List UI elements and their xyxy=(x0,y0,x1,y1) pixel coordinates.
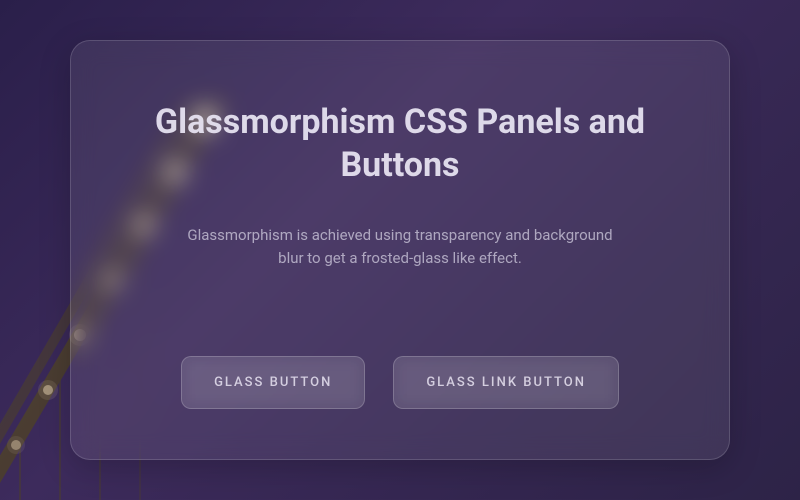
glass-panel: Glassmorphism CSS Panels and Buttons Gla… xyxy=(70,40,730,460)
glass-link-button[interactable]: GLASS LINK BUTTON xyxy=(393,356,619,409)
glass-button[interactable]: GLASS BUTTON xyxy=(181,356,365,409)
button-row: GLASS BUTTON GLASS LINK BUTTON xyxy=(181,356,619,409)
panel-title: Glassmorphism CSS Panels and Buttons xyxy=(140,101,660,186)
panel-description: Glassmorphism is achieved using transpar… xyxy=(180,224,620,269)
